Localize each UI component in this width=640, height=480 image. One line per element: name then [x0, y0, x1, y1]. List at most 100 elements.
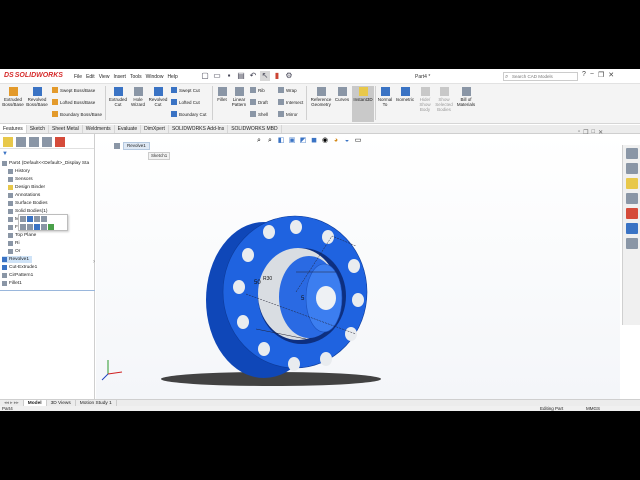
revolved-cut-button[interactable]: Revolved Cut: [147, 87, 169, 107]
display-manager-icon[interactable]: [55, 137, 65, 147]
menu-tools[interactable]: Tools: [130, 74, 142, 80]
rib-button[interactable]: Rib: [250, 87, 265, 93]
tab-sheet-metal[interactable]: Sheet Metal: [49, 125, 83, 133]
menu-edit[interactable]: Edit: [86, 74, 95, 80]
show-selected-bodies-button[interactable]: Show Selected Bodies: [434, 87, 454, 112]
tree-item-right-plane[interactable]: Ri: [8, 240, 20, 247]
tree-item-history[interactable]: History: [8, 168, 30, 175]
tree-item-cirpattern1[interactable]: CirPattern1: [2, 272, 33, 279]
swept-boss-button[interactable]: Swept Boss/Base: [52, 87, 95, 93]
shell-button[interactable]: Shell: [250, 111, 268, 117]
tree-item-sensors[interactable]: Sensors: [8, 176, 33, 183]
viewport-minimize-icon[interactable]: ▫: [578, 129, 580, 136]
tree-item-origin[interactable]: Or: [8, 248, 20, 255]
tree-item-surface-bodies[interactable]: Surface Bodies: [8, 200, 48, 207]
draft-button[interactable]: Draft: [250, 99, 268, 105]
design-library-icon[interactable]: [626, 163, 638, 174]
tab-weldments[interactable]: Weldments: [83, 125, 115, 133]
color-icon[interactable]: [48, 224, 54, 230]
options-icon[interactable]: ⚙: [284, 71, 294, 81]
boundary-cut-button[interactable]: Boundary Cut: [171, 111, 207, 117]
viewport-restore-icon[interactable]: ❐: [583, 129, 588, 136]
menu-insert[interactable]: Insert: [113, 74, 126, 80]
filter-icon[interactable]: ▼: [2, 151, 8, 157]
zoom-selection-icon[interactable]: [20, 224, 26, 230]
viewport-close-icon[interactable]: ✕: [598, 129, 603, 136]
status-units[interactable]: MMGS: [586, 406, 600, 411]
view-normal-icon[interactable]: [27, 224, 33, 230]
open-icon[interactable]: ▭: [212, 71, 222, 81]
view-settings-icon[interactable]: ▭: [354, 137, 362, 145]
dimension-50[interactable]: 50: [254, 280, 261, 286]
select-icon[interactable]: ↖: [260, 71, 270, 81]
configuration-manager-icon[interactable]: [29, 137, 39, 147]
breadcrumb-revolve1[interactable]: Revolve1: [123, 141, 150, 150]
dimxpert-manager-icon[interactable]: [42, 137, 52, 147]
undo-icon[interactable]: ↶: [248, 71, 258, 81]
appearances-icon[interactable]: [626, 208, 638, 219]
swept-cut-button[interactable]: Swept Cut: [171, 87, 200, 93]
zoom-to-fit-icon[interactable]: ⌕: [255, 137, 263, 145]
boundary-boss-button[interactable]: Boundary Boss/Base: [52, 111, 102, 117]
edit-appearance-icon[interactable]: ◕: [332, 137, 340, 145]
tab-sketch[interactable]: Sketch: [27, 125, 50, 133]
revolved-boss-button[interactable]: Revolved Boss/Base: [26, 87, 48, 107]
view-palette-icon[interactable]: [626, 193, 638, 204]
save-icon[interactable]: ▪: [224, 71, 234, 81]
previous-view-icon[interactable]: ◧: [277, 137, 285, 145]
tree-item-cut-extrude1[interactable]: Cut-Extrude1: [2, 264, 37, 271]
panel-collapse-handle[interactable]: ›: [93, 259, 95, 265]
extruded-boss-button[interactable]: Extruded Boss/Base: [2, 87, 24, 107]
reference-geometry-button[interactable]: Reference Geometry: [308, 87, 334, 107]
tab-features[interactable]: Features: [0, 125, 27, 133]
hide-show-body-button[interactable]: Hide/ Show Body: [417, 87, 433, 112]
display-style-icon[interactable]: ◼: [310, 137, 318, 145]
edit-sketch-icon[interactable]: [27, 216, 33, 222]
menu-window[interactable]: Window: [146, 74, 164, 80]
tree-item-annotations[interactable]: Annotations: [8, 192, 40, 199]
print-icon[interactable]: ▤: [236, 71, 246, 81]
apply-scene-icon[interactable]: ◒: [343, 137, 351, 145]
new-icon[interactable]: ▢: [200, 71, 210, 81]
tree-item-top-plane[interactable]: Top Plane: [8, 232, 36, 239]
menu-file[interactable]: File: [74, 74, 82, 80]
breadcrumb-sketch1[interactable]: Sketch1: [148, 152, 171, 160]
home-icon[interactable]: [626, 148, 638, 159]
view-orientation-icon[interactable]: ◩: [299, 137, 307, 145]
tree-root[interactable]: Part4 (Default<<Default>_Display Sta: [2, 160, 89, 167]
isometric-button[interactable]: Isometric: [394, 87, 416, 102]
solidworks-logo[interactable]: DSSOLIDWORKS: [4, 72, 63, 79]
zoom-area-icon[interactable]: ⌕: [266, 137, 274, 145]
feature-manager-icon[interactable]: [3, 137, 13, 147]
appearance-icon[interactable]: [34, 224, 40, 230]
tab-mbd[interactable]: SOLIDWORKS MBD: [228, 125, 282, 133]
maximize-icon[interactable]: ❐: [598, 71, 604, 79]
suppress-icon[interactable]: [34, 216, 40, 222]
rollback-bar[interactable]: [0, 290, 95, 291]
viewport-maximize-icon[interactable]: □: [592, 129, 596, 136]
hole-wizard-button[interactable]: Hole Wizard: [128, 87, 148, 107]
tab-dimxpert[interactable]: DimXpert: [141, 125, 169, 133]
mirror-button[interactable]: Mirror: [278, 111, 298, 117]
search-input[interactable]: Search CAD Models: [503, 72, 578, 81]
tab-evaluate[interactable]: Evaluate: [115, 125, 142, 133]
edit-feature-icon[interactable]: [20, 216, 26, 222]
forum-icon[interactable]: [626, 238, 638, 249]
instant3d-button[interactable]: Instant3D: [352, 86, 374, 122]
linear-pattern-button[interactable]: Linear Pattern: [230, 87, 248, 107]
extruded-cut-button[interactable]: Extruded Cut: [107, 87, 129, 107]
file-explorer-icon[interactable]: [626, 178, 638, 189]
hide-icon[interactable]: [41, 224, 47, 230]
tree-item-design-binder[interactable]: Design Binder: [8, 184, 45, 191]
minimize-icon[interactable]: −: [590, 71, 594, 79]
graphics-area[interactable]: 50 R30 5: [96, 134, 620, 399]
intersect-button[interactable]: Intersect: [278, 99, 303, 105]
property-manager-icon[interactable]: [16, 137, 26, 147]
rebuild-icon[interactable]: ▮: [272, 71, 282, 81]
tree-item-revolve1[interactable]: Revolve1: [2, 256, 32, 263]
lofted-cut-button[interactable]: Lofted Cut: [171, 99, 200, 105]
tab-addins[interactable]: SOLIDWORKS Add-Ins: [169, 125, 229, 133]
wrap-button[interactable]: Wrap: [278, 87, 297, 93]
fillet-button[interactable]: Fillet: [214, 87, 230, 102]
custom-properties-icon[interactable]: [626, 223, 638, 234]
